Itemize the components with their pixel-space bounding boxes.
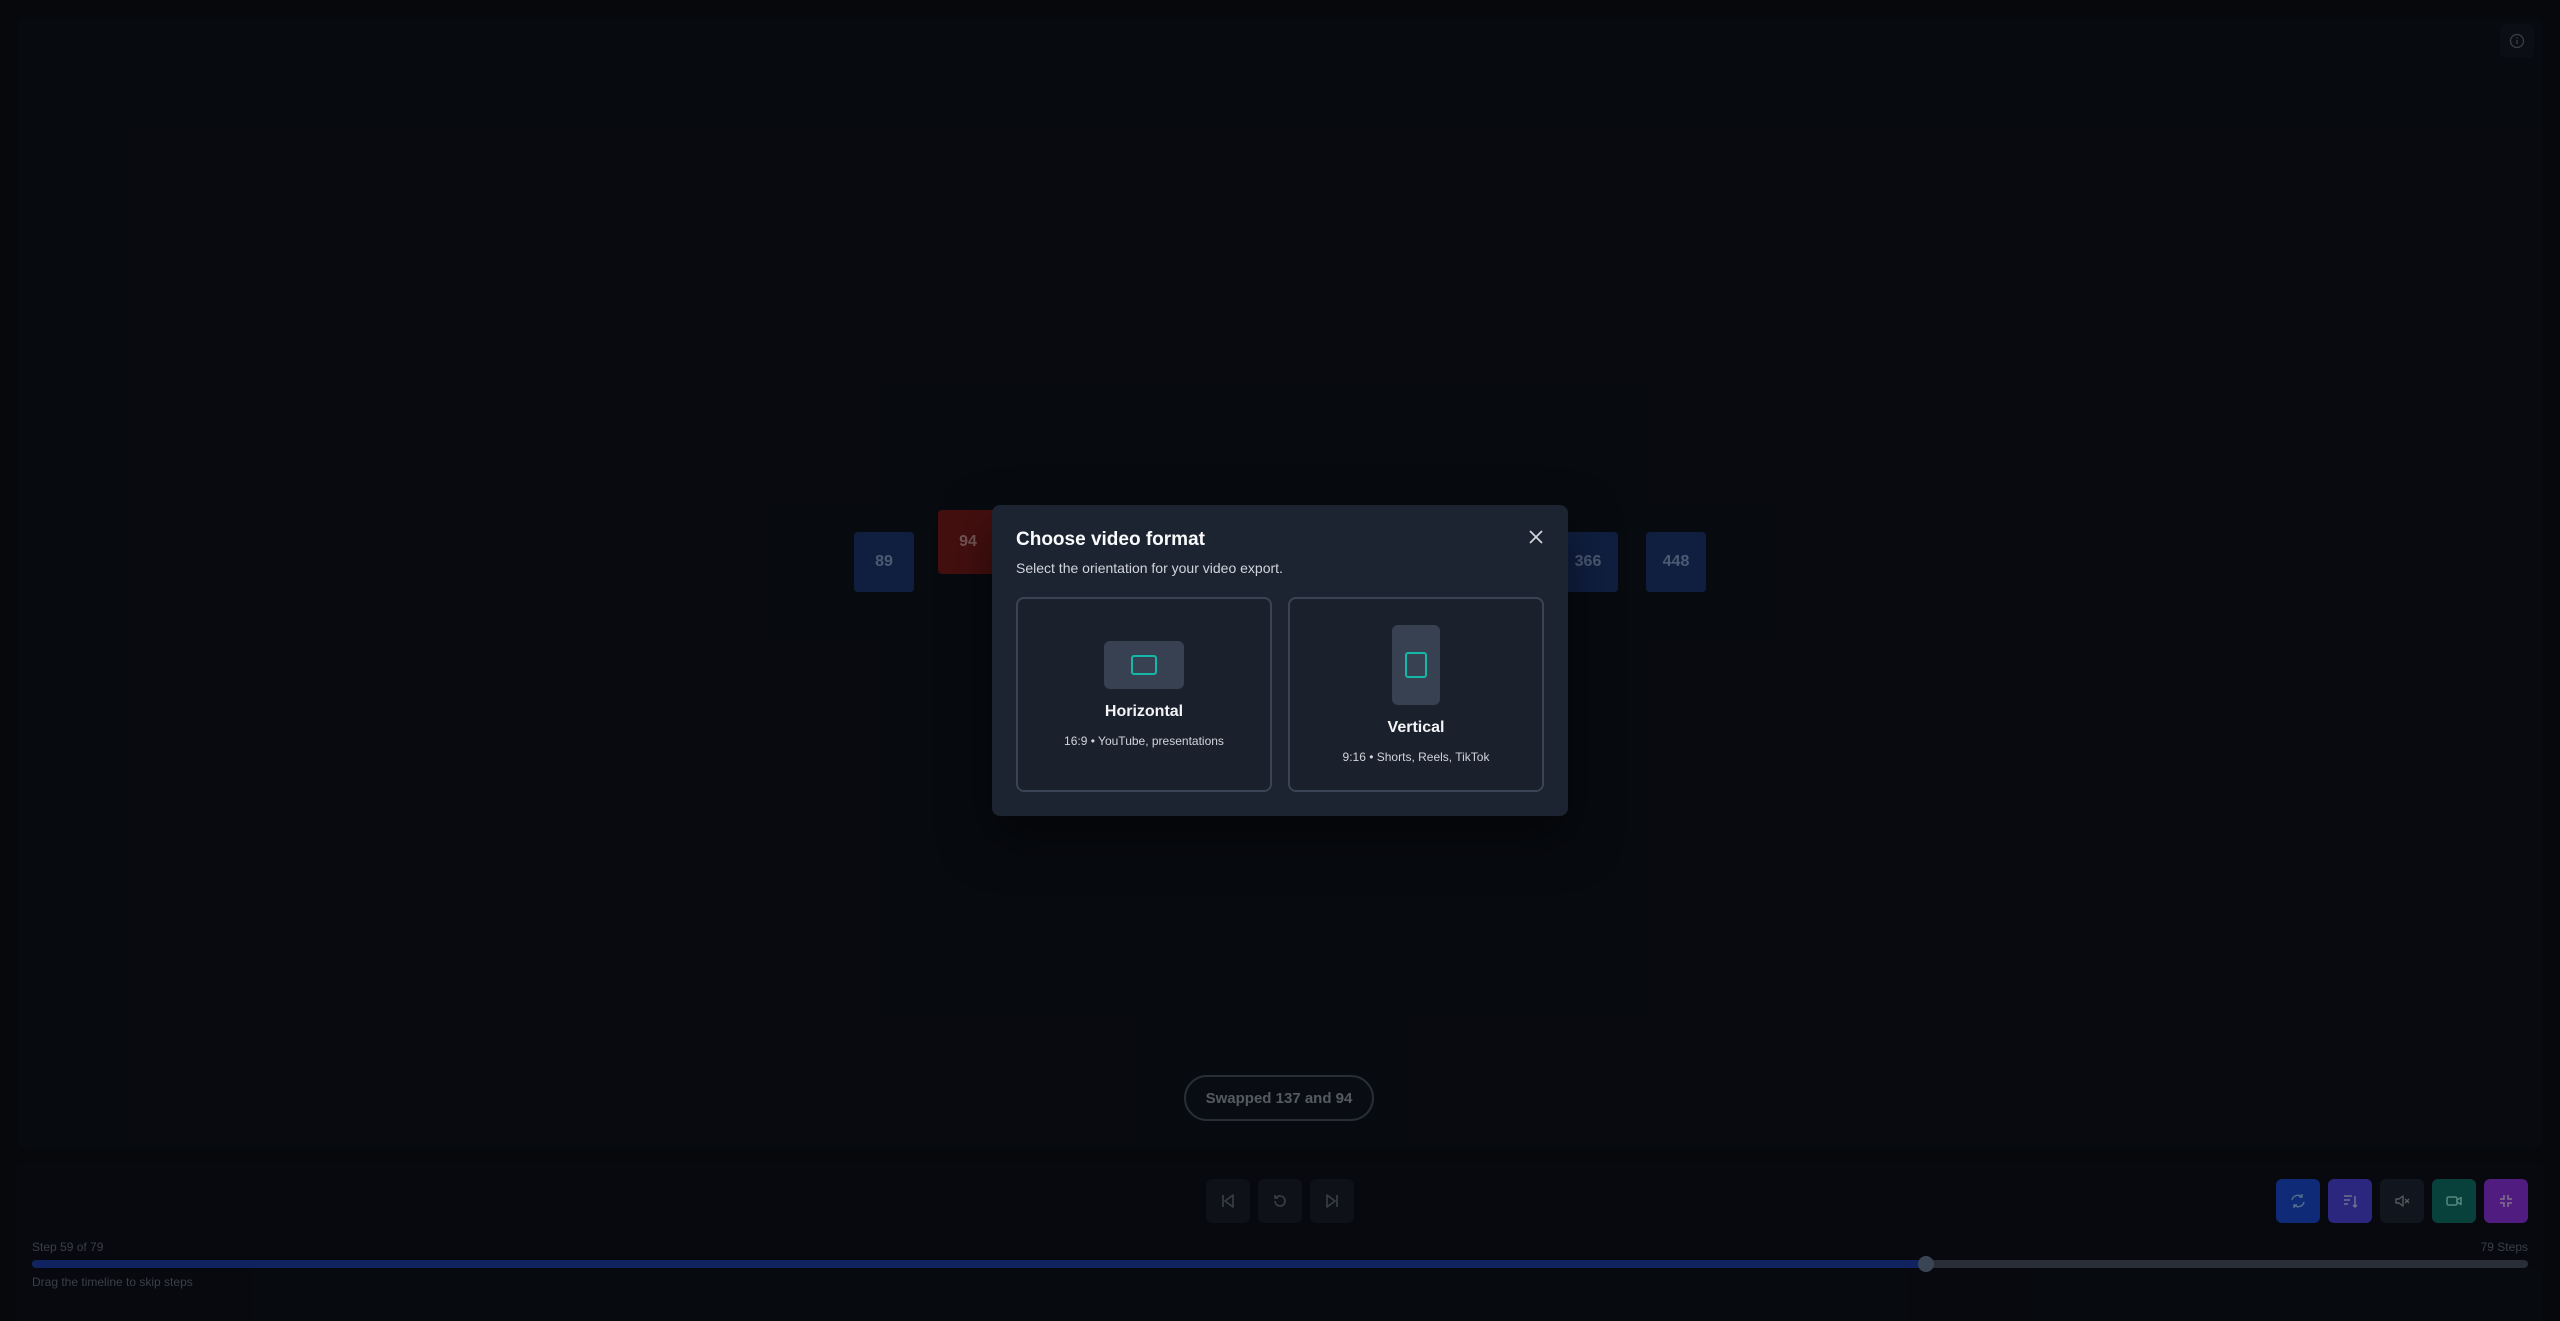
vertical-format-icon <box>1392 625 1440 705</box>
vertical-format-option[interactable]: Vertical 9:16 • Shorts, Reels, TikTok <box>1288 597 1544 792</box>
horizontal-format-option[interactable]: Horizontal 16:9 • YouTube, presentations <box>1016 597 1272 792</box>
dialog-subtitle: Select the orientation for your video ex… <box>1016 560 1283 576</box>
close-button[interactable] <box>1524 525 1548 549</box>
option-label: Vertical <box>1387 719 1445 736</box>
horizontal-format-icon <box>1104 641 1184 689</box>
video-format-dialog: Choose video format Select the orientati… <box>992 505 1568 816</box>
dialog-title: Choose video format <box>1016 529 1205 550</box>
option-label: Horizontal <box>1104 703 1184 720</box>
option-description: 9:16 • Shorts, Reels, TikTok <box>1342 750 1490 764</box>
option-description: 16:9 • YouTube, presentations <box>1064 734 1224 748</box>
close-icon <box>1529 530 1543 544</box>
